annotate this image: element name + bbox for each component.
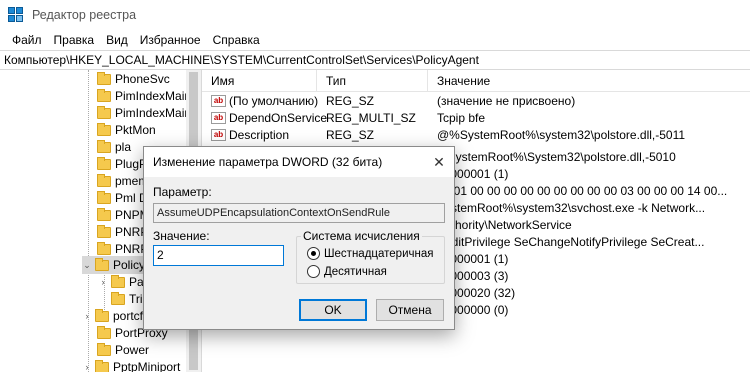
value-label: Значение: [153, 229, 210, 243]
chevron-right-icon[interactable]: › [82, 362, 92, 372]
ab-icon: ab [211, 112, 226, 124]
column-name[interactable]: Имя [202, 70, 317, 92]
folder-icon [97, 325, 111, 339]
folder-icon [97, 173, 111, 187]
folder-icon [111, 274, 125, 288]
folder-icon [97, 156, 111, 170]
edit-dword-dialog: Изменение параметра DWORD (32 бита) ✕ Па… [143, 146, 455, 330]
list-header: Имя Тип Значение [202, 70, 750, 92]
folder-icon [97, 122, 111, 136]
menu-edit[interactable]: Правка [48, 33, 101, 47]
tree-item[interactable]: PhoneSvc [97, 70, 170, 88]
folder-icon [97, 207, 111, 221]
folder-icon [97, 88, 111, 102]
ok-button[interactable]: OK [299, 299, 367, 321]
folder-icon [95, 359, 109, 372]
base-groupbox: Система исчисления Шестнадцатеричная Дес… [296, 229, 445, 284]
tree-item[interactable]: PNRP [97, 223, 148, 241]
tree-item[interactable]: PktMon [97, 121, 156, 139]
menu-help[interactable]: Справка [207, 33, 266, 47]
ab-icon: ab [211, 129, 226, 141]
value-input[interactable]: 2 [153, 245, 284, 266]
param-name-field: AssumeUDPEncapsulationContextOnSendRule [153, 203, 445, 223]
folder-icon [97, 139, 111, 153]
tree-item[interactable]: PlugP [97, 155, 147, 173]
tree-item[interactable]: PimIndexMair [97, 87, 188, 105]
folder-icon [97, 241, 111, 255]
title-bar: Редактор реестра [0, 0, 750, 30]
folder-icon [97, 71, 111, 85]
list-row[interactable]: ab DependOnService REG_MULTI_SZ Tcpip bfe [202, 111, 750, 128]
dialog-title-bar: Изменение параметра DWORD (32 бита) ✕ [144, 147, 454, 177]
folder-icon [97, 105, 111, 119]
address-path: Компьютер\HKEY_LOCAL_MACHINE\SYSTEM\Curr… [4, 53, 479, 67]
folder-icon [97, 224, 111, 238]
tree-item[interactable]: PimIndexMair [97, 104, 188, 122]
radio-hex[interactable]: Шестнадцатеричная [307, 247, 433, 260]
regedit-icon [8, 7, 24, 23]
folder-icon [97, 190, 111, 204]
list-row[interactable]: ab Description REG_SZ @%SystemRoot%\syste… [202, 128, 750, 145]
radio-button[interactable] [307, 265, 320, 278]
chevron-right-icon[interactable]: › [98, 277, 108, 287]
column-value[interactable]: Значение [428, 70, 750, 92]
address-bar[interactable]: Компьютер\HKEY_LOCAL_MACHINE\SYSTEM\Curr… [0, 50, 750, 70]
radio-dec[interactable]: Десятичная [307, 265, 387, 278]
chevron-right-icon[interactable]: › [82, 311, 92, 321]
tree-item[interactable]: › portcf [82, 307, 143, 325]
tree-item[interactable]: Pml D [97, 189, 148, 207]
tree-item[interactable]: › PptpMiniport [82, 358, 180, 372]
folder-icon [97, 342, 111, 356]
tree-item[interactable]: › Par [98, 273, 148, 291]
tree-item[interactable]: pmem [97, 172, 148, 190]
close-icon[interactable]: ✕ [424, 147, 454, 177]
folder-icon [95, 257, 109, 271]
folder-icon [111, 291, 125, 305]
folder-icon [95, 308, 109, 322]
tree-item[interactable]: Power [97, 341, 149, 359]
cancel-button[interactable]: Отмена [376, 299, 444, 321]
tree-item[interactable]: PNPM [97, 206, 150, 224]
dialog-title: Изменение параметра DWORD (32 бита) [153, 155, 383, 169]
base-label: Система исчисления [301, 229, 422, 243]
menu-file[interactable]: Файл [6, 33, 48, 47]
param-label: Параметр: [153, 185, 212, 199]
chevron-down-icon[interactable]: ⌄ [82, 260, 92, 271]
radio-button-checked[interactable] [307, 247, 320, 260]
menu-view[interactable]: Вид [100, 33, 134, 47]
menu-bar: Файл Правка Вид Избранное Справка [0, 30, 750, 50]
ab-icon: ab [211, 95, 226, 107]
column-type[interactable]: Тип [317, 70, 428, 92]
menu-favorites[interactable]: Избранное [134, 33, 207, 47]
list-row[interactable]: ab (По умолчанию) REG_SZ (значение не при… [202, 94, 750, 111]
window-title: Редактор реестра [32, 8, 137, 22]
tree-item[interactable]: pla [97, 138, 131, 156]
